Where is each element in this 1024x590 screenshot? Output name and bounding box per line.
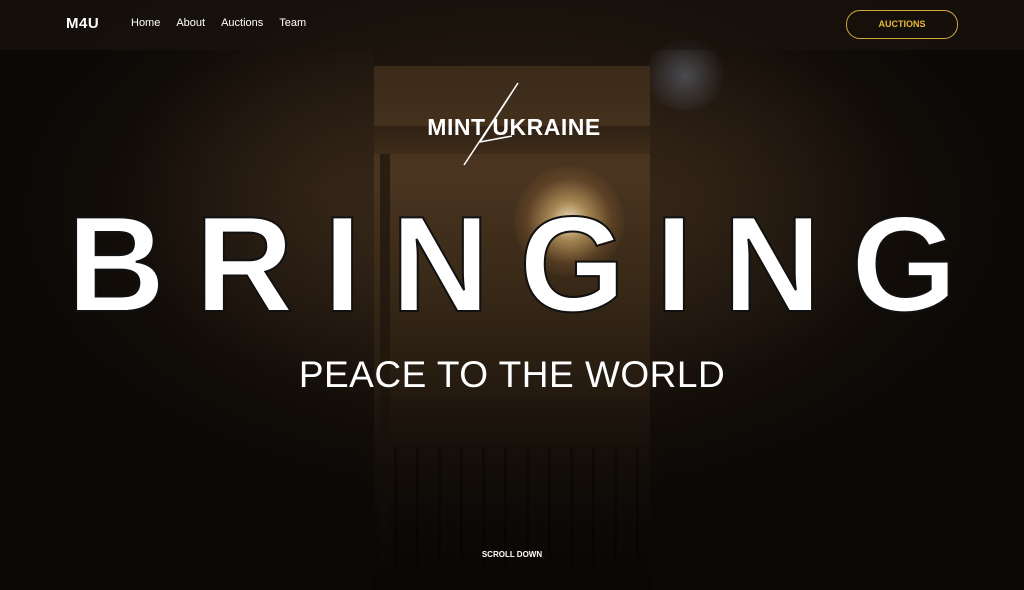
nav-logo[interactable]: M4U (66, 15, 99, 32)
background-glow (640, 40, 730, 110)
nav-link-home[interactable]: Home (131, 17, 160, 29)
hero-subtitle: PEACE TO THE WORLD (298, 354, 726, 395)
nav-links: Home About Auctions Team (131, 17, 322, 29)
nav-link-auctions[interactable]: Auctions (221, 17, 263, 29)
auctions-button[interactable]: AUCTIONS (846, 10, 958, 39)
nav-link-team[interactable]: Team (279, 17, 306, 29)
scroll-down-link[interactable]: SCROLL DOWN (0, 550, 1024, 559)
brand-logo: MINT UKRAINE (394, 80, 634, 170)
hero-title: BRINGING (66, 188, 987, 340)
navbar: M4U Home About Auctions Team AUCTIONS (0, 0, 1024, 50)
nav-link-about[interactable]: About (176, 17, 205, 29)
photo-fence (394, 446, 644, 566)
brand-logo-text: MINT UKRAINE (427, 114, 601, 140)
page: MINT UKRAINE M4U Home About Auctions Tea… (0, 0, 1024, 590)
